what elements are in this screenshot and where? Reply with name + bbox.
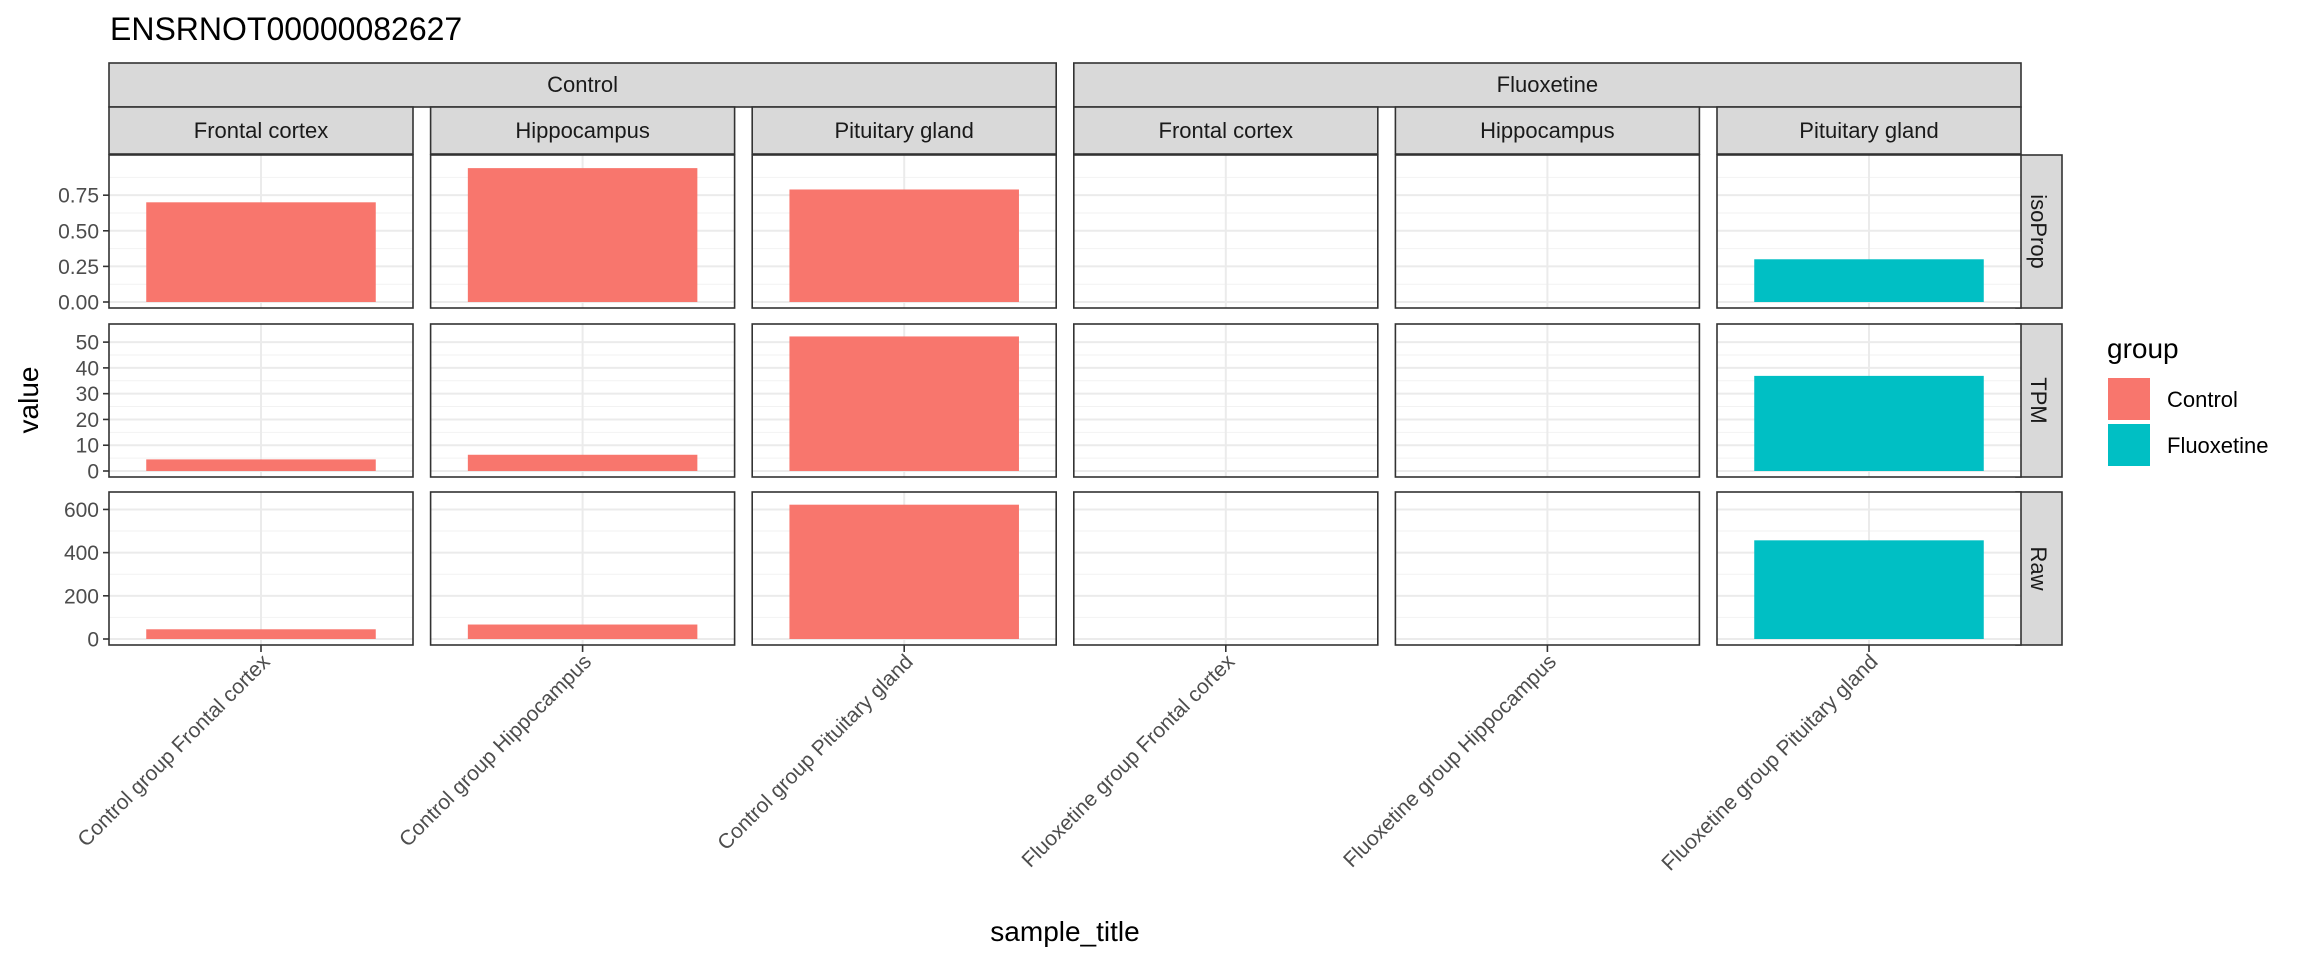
panel <box>1394 154 1701 309</box>
y-tick-label: 20 <box>76 409 99 432</box>
subfacet-strip-label: Hippocampus <box>1480 118 1615 143</box>
bar <box>146 459 376 471</box>
subfacet-strip-label: Pituitary gland <box>1799 118 1938 143</box>
x-tick-label: Fluoxetine group Pituitary gland <box>1657 650 1882 875</box>
bar <box>789 504 1019 639</box>
y-tick-label: 0.75 <box>58 185 99 208</box>
facet-strip-label: Control <box>547 72 618 97</box>
legend-label: Fluoxetine <box>2167 433 2269 458</box>
panel <box>429 323 736 478</box>
x-tick-label: Control group Frontal cortex <box>73 650 274 851</box>
legend-key-fluoxetine <box>2108 424 2150 466</box>
row-strip-label: Raw <box>2026 546 2051 590</box>
subfacet-strip-label: Frontal cortex <box>194 118 329 143</box>
bar <box>467 168 698 302</box>
bar <box>1754 259 1984 302</box>
panel <box>429 154 736 309</box>
bar <box>1754 540 1984 639</box>
y-axis-title: value <box>13 367 44 434</box>
panel <box>108 323 414 478</box>
y-tick-label: 600 <box>64 499 99 522</box>
x-tick-label: Control group Pituitary gland <box>713 650 917 854</box>
legend-key-control <box>2108 378 2150 420</box>
panel <box>1716 491 2022 646</box>
y-tick-label: 10 <box>76 435 99 458</box>
row-strip-label: isoProp <box>2026 194 2051 269</box>
y-tick-label: 0 <box>87 461 99 484</box>
facet-bar-chart: ENSRNOT00000082627 value sample_title Co… <box>13 11 2269 947</box>
panel <box>1716 323 2022 478</box>
chart-title: ENSRNOT00000082627 <box>110 11 462 47</box>
subfacet-strip-label: Pituitary gland <box>834 118 973 143</box>
facet-strip-label: Fluoxetine <box>1497 72 1599 97</box>
y-tick-label: 50 <box>76 332 99 355</box>
bar <box>789 189 1019 302</box>
y-tick-label: 40 <box>76 357 99 380</box>
panel <box>751 491 1058 646</box>
y-tick-label: 0 <box>87 629 99 652</box>
y-tick-label: 0.25 <box>58 256 99 279</box>
row-strip-label: TPM <box>2026 377 2051 423</box>
y-tick-label: 30 <box>76 383 99 406</box>
subfacet-strip-label: Frontal cortex <box>1159 118 1294 143</box>
facet-panels: Control Frontal cortex Hippocampus Pituitar… <box>58 62 2063 875</box>
bar <box>146 629 376 639</box>
panel <box>1716 154 2022 309</box>
bar <box>146 202 376 302</box>
panel <box>1394 323 1701 478</box>
subfacet-strip-label: Hippocampus <box>515 118 650 143</box>
panel <box>1073 323 1379 478</box>
bar <box>789 336 1019 471</box>
bar <box>1754 375 1984 471</box>
y-tick-label: 0.00 <box>58 292 99 315</box>
y-tick-label: 0.50 <box>58 220 99 243</box>
panel <box>751 323 1058 478</box>
x-tick-label: Control group Hippocampus <box>395 650 596 851</box>
bar <box>467 454 698 471</box>
y-tick-label: 400 <box>64 542 99 565</box>
legend-label: Control <box>2167 387 2238 412</box>
panel <box>1073 491 1379 646</box>
panel <box>1394 491 1701 646</box>
bar <box>467 624 698 639</box>
panel <box>108 154 414 309</box>
x-tick-label: Fluoxetine group Frontal cortex <box>1018 650 1240 872</box>
panel <box>429 491 736 646</box>
x-tick-label: Fluoxetine group Hippocampus <box>1339 650 1561 872</box>
panel <box>751 154 1058 309</box>
panel <box>1073 154 1379 309</box>
y-tick-label: 200 <box>64 585 99 608</box>
legend: group Control Fluoxetine <box>2107 333 2269 466</box>
legend-title: group <box>2107 333 2179 364</box>
panel <box>108 491 414 646</box>
x-axis-title: sample_title <box>990 916 1139 947</box>
